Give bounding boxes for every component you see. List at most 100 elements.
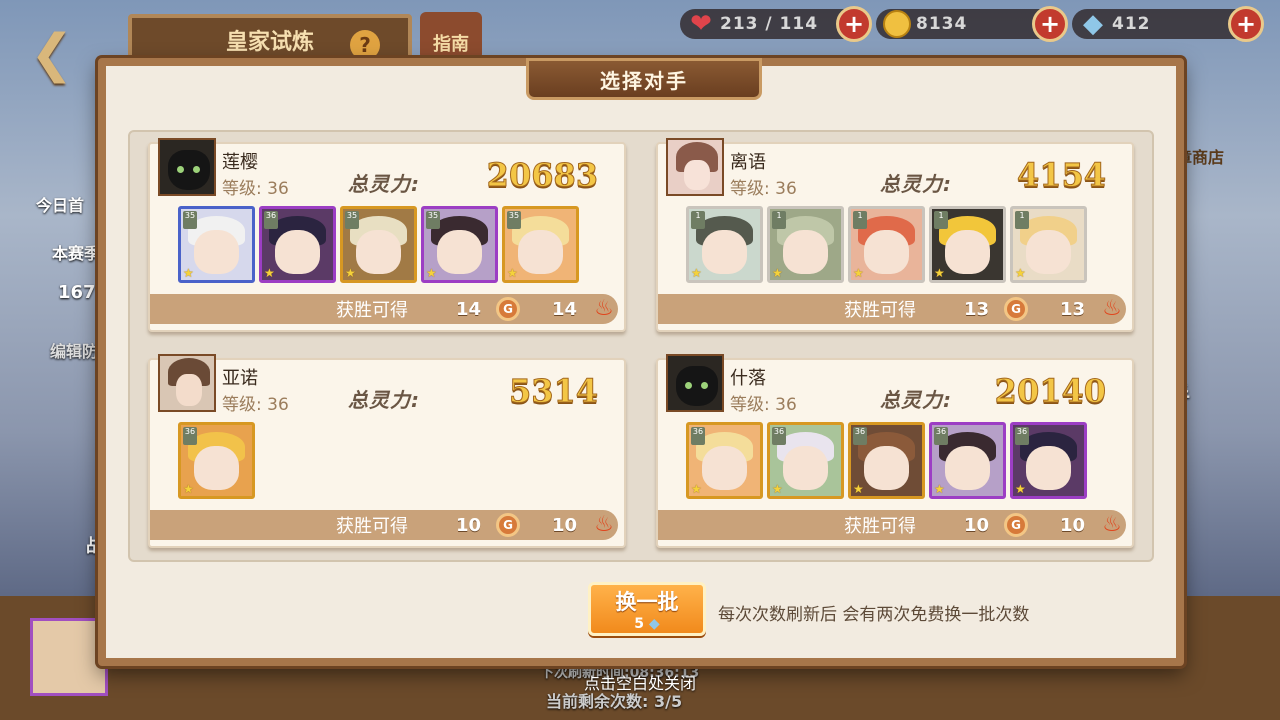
hero-portrait[interactable]: 36 ★ — [848, 422, 925, 499]
today-first-text: 今日首 — [36, 196, 85, 215]
refresh-note: 每次次数刷新后 会有两次免费换一批次数 — [718, 605, 1030, 625]
star-icon: ★ — [345, 266, 356, 280]
opponent-name: 莲樱 — [222, 152, 258, 173]
hero-portrait[interactable]: 36 ★ — [686, 422, 763, 499]
hero-face — [274, 230, 321, 275]
medal-reward-value: 10 — [964, 514, 990, 536]
crystal-resource: ◆ 412 + — [1072, 6, 1264, 42]
reward-bar: 获胜可得 14 G 14 ♨ — [150, 294, 618, 324]
star-icon: ★ — [772, 266, 783, 280]
hero-portrait[interactable]: 36 ★ — [929, 422, 1006, 499]
hero-face — [355, 230, 402, 275]
opponent-name: 离语 — [730, 152, 766, 173]
opponent-level: 等级: 36 — [222, 395, 289, 415]
hero-portrait[interactable]: 1 ★ — [767, 206, 844, 283]
add-stamina-button[interactable]: + — [836, 6, 872, 42]
refresh-opponents-button[interactable]: 换一批 5 ◆ — [588, 582, 706, 636]
hero-face — [863, 446, 910, 491]
opponent-card[interactable]: 离语 等级: 36 总灵力: 4154 1 ★ 1 ★ 1 ★ 1 ★ 1 ★ 获胜可得 13 G 13 ♨ — [656, 138, 1134, 332]
medal-reward-value: 13 — [964, 298, 990, 320]
reward-bar: 获胜可得 10 G 10 ♨ — [150, 510, 618, 540]
hero-portrait[interactable]: 1 ★ — [929, 206, 1006, 283]
hero-level-badge: 36 — [183, 427, 197, 445]
reward-label: 获胜可得 — [844, 516, 916, 537]
hero-portrait[interactable]: 35 ★ — [421, 206, 498, 283]
flame-icon: ♨ — [1102, 512, 1122, 537]
reward-label: 获胜可得 — [336, 300, 408, 321]
season-label: 本赛季 — [52, 244, 101, 263]
add-gold-button[interactable]: + — [1032, 6, 1068, 42]
hero-face — [863, 230, 910, 275]
crystal-value: 412 — [1112, 14, 1151, 34]
medal-reward-value: 14 — [456, 298, 482, 320]
total-power-value: 5314 — [508, 372, 598, 411]
flame-reward-value: 10 — [552, 514, 578, 536]
star-icon: ★ — [183, 266, 194, 280]
opponent-level: 等级: 36 — [730, 395, 797, 415]
total-power-label: 总灵力: — [880, 388, 952, 412]
opponent-name: 亚诺 — [222, 368, 258, 389]
page-title: 皇家试炼 — [225, 30, 314, 55]
hero-face — [944, 230, 991, 275]
hero-level-badge: 35 — [507, 211, 521, 229]
opponent-level: 等级: 36 — [222, 179, 289, 199]
hero-level-badge: 1 — [772, 211, 786, 229]
opponent-card[interactable]: 亚诺等级: 36 总灵力: 5314 36 ★ 获胜可得 10 G 10 ♨ — [148, 354, 626, 548]
hero-portrait[interactable]: 1 ★ — [848, 206, 925, 283]
hero-portrait[interactable]: 36 ★ — [259, 206, 336, 283]
flame-reward-value: 10 — [1060, 514, 1086, 536]
back-arrow-icon[interactable]: ❮ — [30, 24, 74, 84]
opponent-avatar — [666, 138, 724, 196]
hero-face — [944, 446, 991, 491]
hero-portrait[interactable]: 35 ★ — [340, 206, 417, 283]
opponent-avatar — [158, 138, 216, 196]
add-crystal-button[interactable]: + — [1228, 6, 1264, 42]
star-icon: ★ — [934, 482, 945, 496]
hero-face — [436, 230, 483, 275]
flame-icon: ♨ — [594, 512, 614, 537]
opponent-card[interactable]: 什落 等级: 36 总灵力: 20140 36 ★ 36 ★ 36 ★ 36 ★ 36 ★ 获胜可得 10 G 1… — [656, 354, 1134, 548]
hero-level-badge: 35 — [345, 211, 359, 229]
hero-portrait[interactable]: 36 ★ — [178, 422, 255, 499]
reward-label: 获胜可得 — [844, 300, 916, 321]
hero-level-badge: 1 — [1015, 211, 1029, 229]
star-icon: ★ — [426, 266, 437, 280]
opponent-name: 什落 — [730, 368, 766, 389]
hero-face — [193, 446, 240, 491]
star-icon: ★ — [691, 266, 702, 280]
hero-face — [782, 446, 829, 491]
hero-level-badge: 36 — [772, 427, 786, 445]
refresh-label: 换一批 — [615, 590, 679, 614]
hero-portrait[interactable]: 35 ★ — [178, 206, 255, 283]
star-icon: ★ — [691, 482, 702, 496]
hero-level-badge: 1 — [934, 211, 948, 229]
help-button[interactable]: ? — [350, 30, 380, 60]
hero-face — [701, 446, 748, 491]
select-opponent-dialog: 选择对手 莲樱 等级: 36 总灵力: 20683 35 ★ 36 ★ 35 ★ 35 ★ 35 ★ 获胜可… — [98, 58, 1184, 666]
opponent-card[interactable]: 莲樱 等级: 36 总灵力: 20683 35 ★ 36 ★ 35 ★ 35 ★ 35 ★ 获胜可得 14 G 1… — [148, 138, 626, 332]
star-icon: ★ — [507, 266, 518, 280]
dialog-title: 选择对手 — [600, 68, 688, 93]
close-hint[interactable]: 点击空白处关闭 — [0, 670, 1280, 694]
hero-level-badge: 1 — [853, 211, 867, 229]
hero-level-badge: 36 — [934, 427, 948, 445]
hero-lineup: 36 ★ 36 ★ 36 ★ 36 ★ 36 ★ — [686, 422, 1087, 499]
hero-portrait[interactable]: 1 ★ — [686, 206, 763, 283]
total-power-label: 总灵力: — [348, 388, 420, 412]
hero-portrait[interactable]: 36 ★ — [767, 422, 844, 499]
medal-icon: G — [496, 513, 520, 537]
opponent-level: 等级: 36 — [730, 179, 797, 199]
guide-button[interactable]: 指南 — [420, 12, 482, 60]
hero-face — [1025, 446, 1072, 491]
hero-portrait[interactable]: 1 ★ — [1010, 206, 1087, 283]
hero-lineup: 1 ★ 1 ★ 1 ★ 1 ★ 1 ★ — [686, 206, 1087, 283]
hero-face — [701, 230, 748, 275]
gold-coin-icon — [880, 7, 914, 41]
hero-portrait[interactable]: 35 ★ — [502, 206, 579, 283]
hero-face — [782, 230, 829, 275]
medal-reward-value: 10 — [456, 514, 482, 536]
crystal-icon: ◆ — [648, 616, 660, 632]
hero-level-badge: 36 — [691, 427, 705, 445]
reward-label: 获胜可得 — [336, 516, 408, 537]
hero-portrait[interactable]: 36 ★ — [1010, 422, 1087, 499]
